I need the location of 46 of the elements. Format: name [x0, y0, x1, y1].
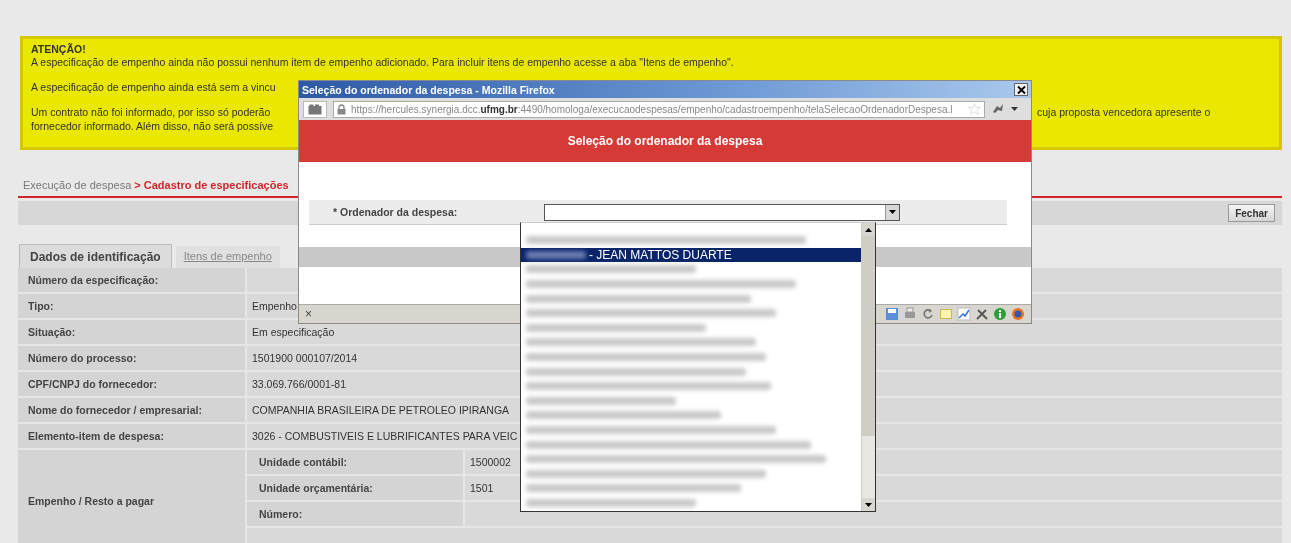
tab-list-icon[interactable] — [303, 100, 327, 118]
option-text: - JEAN MATTOS DUARTE — [589, 247, 732, 262]
alert-text: Um contrato não foi informado, por isso só poderão — [31, 105, 271, 119]
printer-icon[interactable] — [903, 307, 917, 321]
dialog-header: Seleção do ordenador da despesa — [299, 120, 1031, 162]
field-label: Elemento-item de despesa: — [18, 424, 245, 448]
close-button[interactable]: Fechar — [1228, 204, 1275, 222]
field-label: Unidade contábil: — [247, 450, 463, 474]
star-icon[interactable] — [968, 102, 981, 116]
alert-text: fornecedor informado. Além disso, não será possíve — [31, 119, 274, 133]
status-close-button[interactable]: × — [305, 307, 312, 321]
dropdown-option[interactable]: - JEAN MATTOS DUARTE — [521, 247, 861, 263]
address-field[interactable]: https://hercules.synergia.dcc.ufmg.br:4490/homologa/execucaodespesas/empenho/cadastroempenho/telaSelecaoOrdenadorDespesa.l — [333, 100, 985, 118]
field-label: Situação: — [18, 320, 245, 344]
field-label: Número da especificação: — [18, 268, 245, 292]
chart-icon[interactable] — [957, 307, 971, 321]
field-label: Empenho / Resto a pagar — [18, 450, 245, 543]
alert-text: cuja proposta vencedora apresente o — [1037, 105, 1211, 119]
field-label: Número: — [247, 502, 463, 526]
globe-icon[interactable] — [1011, 307, 1025, 321]
save-icon[interactable] — [885, 307, 899, 321]
scroll-thumb[interactable] — [862, 236, 875, 436]
tab[interactable]: Dados de identificação — [19, 244, 172, 268]
breadcrumb-link[interactable]: Execução de despesa — [23, 179, 132, 191]
breadcrumb-current: > Cadastro de especificações — [134, 179, 289, 191]
scroll-up-icon[interactable] — [862, 223, 875, 236]
alert-title: ATENÇÃO! — [31, 43, 87, 55]
field-label: Unidade orçamentária: — [247, 476, 463, 500]
window-title: Seleção do ordenador da despesa - Mozilla Firefox — [302, 83, 555, 96]
close-button[interactable] — [1014, 83, 1028, 96]
alert-text: A especificação de empenho ainda está sem a vincu — [31, 80, 276, 94]
field-label: CPF/CNPJ do fornecedor: — [18, 372, 245, 396]
field-label: * Ordenador da despesa: — [332, 206, 459, 218]
select-field[interactable] — [544, 203, 900, 221]
info-icon[interactable] — [993, 307, 1007, 321]
dropdown-arrow-icon[interactable] — [1011, 107, 1018, 111]
field-label: Número do processo: — [18, 346, 245, 370]
url-text: https://hercules.synergia.dcc.ufmg.br:4490/homologa/execucaodespesas/empenho/cadastroempenho/telaSelecaoOrdenadorDespesa.l — [351, 103, 954, 115]
scrollbar[interactable] — [861, 223, 875, 511]
alert-text: A especificação de empenho ainda não possui nenhum item de empenho adicionado. Para incluir itens de empenho acesse a aba "Itens de empenho". — [31, 55, 734, 69]
field-label: Tipo: — [18, 294, 245, 318]
scroll-down-icon[interactable] — [862, 498, 875, 511]
blurred-text — [526, 250, 586, 259]
reload-icon[interactable] — [921, 307, 935, 321]
lock-icon — [337, 103, 346, 115]
field-label: Nome do fornecedor / empresarial: — [18, 398, 245, 422]
